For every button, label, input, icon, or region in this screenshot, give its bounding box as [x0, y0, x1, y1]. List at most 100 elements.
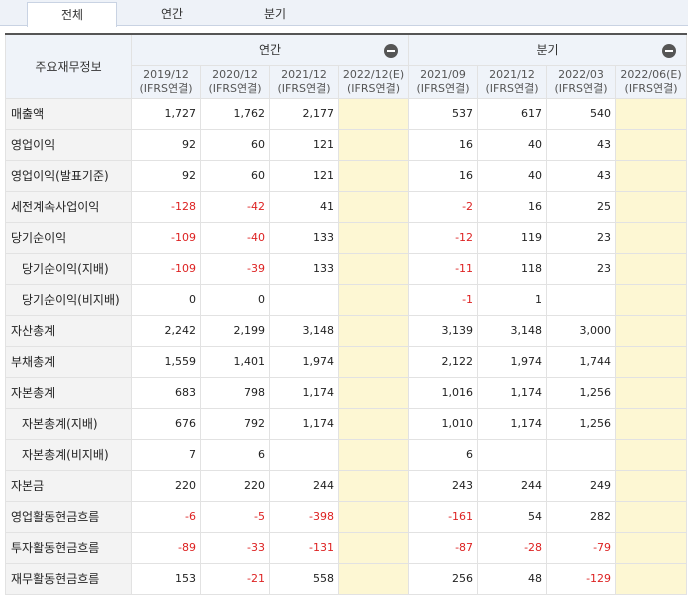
- table-cell: [337, 314, 410, 347]
- row-label: 영업활동현금흐름: [5, 500, 132, 533]
- table-cell: 220: [200, 469, 270, 502]
- table-cell: [615, 252, 688, 285]
- period-header: 2019/12 (IFRS연결): [131, 64, 201, 99]
- row-label: 당기순이익(지배): [5, 252, 132, 285]
- table-cell: 1,174: [269, 376, 339, 409]
- table-cell: -89: [131, 531, 201, 564]
- table-cell: 676: [131, 407, 201, 440]
- table-cell: [337, 500, 410, 533]
- row-label: 자본총계(비지배): [5, 438, 132, 471]
- table-cell: [337, 376, 410, 409]
- period-date: 2019/12: [143, 67, 189, 81]
- table-cell: [337, 438, 410, 471]
- table-cell: 41: [269, 190, 339, 223]
- table-cell: 60: [200, 159, 270, 192]
- table-cell: [546, 283, 617, 316]
- table-cell: 43: [546, 128, 617, 161]
- table-row: 투자활동현금흐름 -89 -33 -131 -87 -28 -79: [5, 531, 688, 564]
- table-row: 자본총계 683 798 1,174 1,016 1,174 1,256: [5, 376, 688, 409]
- table-row: 영업활동현금흐름 -6 -5 -398 -161 54 282: [5, 500, 688, 533]
- table-cell: 792: [200, 407, 270, 440]
- table-cell: -109: [131, 221, 201, 254]
- table-cell: 92: [131, 159, 201, 192]
- table-cell: [615, 283, 688, 316]
- period-date: 2022/12(E): [342, 67, 405, 81]
- table-row: 당기순이익 -109 -40 133 -12 119 23: [5, 221, 688, 254]
- period-date: 2021/12: [281, 67, 327, 81]
- period-basis: (IFRS연결): [139, 81, 193, 95]
- annual-group-label: 연간: [258, 43, 282, 58]
- table-cell: 40: [477, 128, 548, 161]
- table-cell: 1,559: [131, 345, 201, 378]
- table-cell: 16: [408, 128, 479, 161]
- table-cell: -12: [408, 221, 479, 254]
- table-cell: 3,148: [477, 314, 548, 347]
- table-cell: 2,177: [269, 97, 339, 130]
- period-header: 2021/12 (IFRS연결): [269, 64, 339, 99]
- table-cell: 0: [200, 283, 270, 316]
- table-cell: 220: [131, 469, 201, 502]
- table-cell: [337, 221, 410, 254]
- table-cell: [337, 531, 410, 564]
- table-cell: 683: [131, 376, 201, 409]
- table-cell: 119: [477, 221, 548, 254]
- table-cell: [477, 438, 548, 471]
- period-date: 2022/06(E): [620, 67, 682, 81]
- table-cell: 1,974: [477, 345, 548, 378]
- period-header: 2020/12 (IFRS연결): [200, 64, 270, 99]
- table-cell: 25: [546, 190, 617, 223]
- table-cell: [615, 407, 688, 440]
- period-header: 2021/09 (IFRS연결): [408, 64, 479, 99]
- table-cell: 1,762: [200, 97, 270, 130]
- table-cell: [615, 314, 688, 347]
- table-cell: [615, 438, 688, 471]
- table-cell: [615, 469, 688, 502]
- table-cell: 40: [477, 159, 548, 192]
- financial-summary-table: 주요재무정보 연간 분기 2019/12 (IFRS연결) 2020/12 (IFRS…: [5, 33, 688, 595]
- table-cell: 1,174: [477, 376, 548, 409]
- tab-all[interactable]: 전체: [27, 2, 117, 27]
- table-cell: 1: [477, 283, 548, 316]
- table-cell: 244: [269, 469, 339, 502]
- table-cell: -42: [200, 190, 270, 223]
- tab-quarter[interactable]: 분기: [230, 2, 320, 26]
- table-cell: 798: [200, 376, 270, 409]
- table-cell: 3,000: [546, 314, 617, 347]
- row-label: 재무활동현금흐름: [5, 562, 132, 595]
- table-cell: 249: [546, 469, 617, 502]
- table-cell: 23: [546, 221, 617, 254]
- table-cell: -28: [477, 531, 548, 564]
- table-cell: 3,139: [408, 314, 479, 347]
- table-cell: 121: [269, 128, 339, 161]
- table-row: 영업이익 92 60 121 16 40 43: [5, 128, 688, 161]
- table-cell: [615, 190, 688, 223]
- table-cell: [337, 252, 410, 285]
- tab-annual[interactable]: 연간: [127, 2, 217, 26]
- collapse-annual-minus-icon[interactable]: [384, 44, 399, 58]
- table-cell: 1,974: [269, 345, 339, 378]
- table-cell: -128: [131, 190, 201, 223]
- period-header: 2022/06(E) (IFRS연결): [615, 64, 688, 99]
- row-label: 자본금: [5, 469, 132, 502]
- row-label: 부채총계: [5, 345, 132, 378]
- period-header: 2022/12(E) (IFRS연결): [337, 64, 410, 99]
- table-row: 재무활동현금흐름 153 -21 558 256 48 -129: [5, 562, 688, 595]
- table-cell: 244: [477, 469, 548, 502]
- table-cell: 2,122: [408, 345, 479, 378]
- table-cell: 540: [546, 97, 617, 130]
- table-cell: [615, 376, 688, 409]
- table-cell: 6: [200, 438, 270, 471]
- table-cell: 256: [408, 562, 479, 595]
- table-cell: 0: [131, 283, 201, 316]
- collapse-quarter-minus-icon[interactable]: [662, 44, 677, 58]
- table-cell: 23: [546, 252, 617, 285]
- table-cell: -87: [408, 531, 479, 564]
- table-cell: [615, 97, 688, 130]
- table-cell: [337, 345, 410, 378]
- table-cell: [615, 500, 688, 533]
- table-cell: 54: [477, 500, 548, 533]
- table-cell: -109: [131, 252, 201, 285]
- table-cell: [337, 97, 410, 130]
- period-basis: (IFRS연결): [347, 81, 401, 95]
- table-cell: 617: [477, 97, 548, 130]
